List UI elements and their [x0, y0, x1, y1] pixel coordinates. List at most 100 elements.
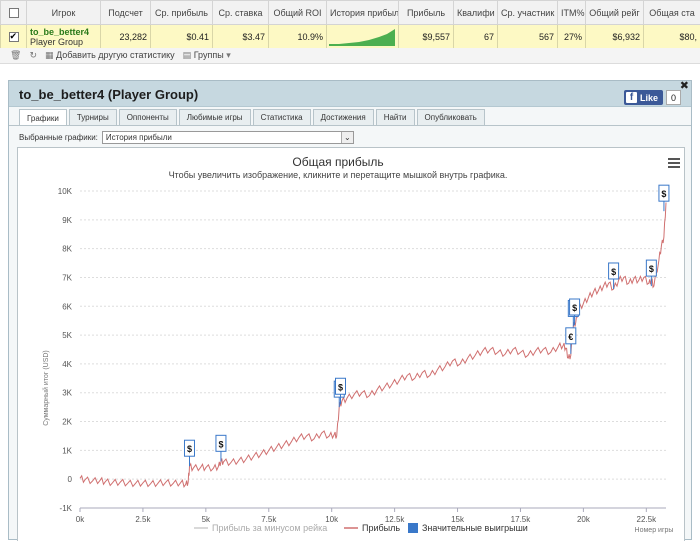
tab-favorite-games[interactable]: Любимые игры: [179, 109, 251, 125]
player-panel: to_be_better4 (Player Group) f Like 0 ✖ …: [8, 80, 692, 540]
y-tick-label: 1K: [62, 446, 72, 455]
col-header-profit[interactable]: Прибыль: [399, 1, 454, 25]
profit-sparkline: [329, 28, 395, 46]
facebook-like: f Like 0: [624, 90, 681, 105]
x-tick-label: 2.5k: [135, 515, 151, 524]
col-header-total-stake[interactable]: Общая ста: [644, 1, 700, 25]
chart-container[interactable]: -1K01K2K3K4K5K6K7K8K9K10K 0k2.5k5k7.5k10…: [17, 147, 685, 541]
tab-statistics[interactable]: Статистика: [253, 109, 311, 125]
col-header-itm[interactable]: ITM%: [558, 1, 586, 25]
x-tick-label: 10k: [325, 515, 339, 524]
legend-item-big-wins[interactable]: Значительные выигрыши: [408, 523, 528, 533]
groups-button[interactable]: ▤ Группы ▾: [183, 50, 231, 61]
tab-charts[interactable]: Графики: [19, 109, 67, 126]
player-group-label: Player Group: [30, 37, 97, 47]
select-all-checkbox[interactable]: [9, 8, 19, 18]
legend-item-profit-no-rake[interactable]: Прибыль за минусом рейка: [194, 523, 327, 533]
panel-tabs: Графики Турниры Оппоненты Любимые игры С…: [19, 109, 485, 126]
tab-opponents[interactable]: Оппоненты: [119, 109, 177, 125]
grid-toolbar: 🗑 ↻ ▦ Добавить другую статистику ▤ Групп…: [0, 48, 700, 64]
avg-stake-cell: $3.47: [213, 25, 269, 49]
tab-find[interactable]: Найти: [376, 109, 415, 125]
add-stats-button[interactable]: ▦ Добавить другую статистику: [45, 50, 175, 61]
legend-label-profit-no-rake: Прибыль за минусом рейка: [212, 523, 327, 533]
player-name-link[interactable]: to_be_better4: [30, 27, 97, 37]
legend-label-big-wins: Значительные выигрыши: [422, 523, 528, 533]
chart-y-axis-label: Суммарный итог (USD): [42, 350, 50, 426]
profit-chart[interactable]: -1K01K2K3K4K5K6K7K8K9K10K 0k2.5k5k7.5k10…: [18, 148, 686, 542]
chart-select[interactable]: История прибыли ⌄: [102, 131, 354, 144]
chart-selector-row: Выбранные графики: История прибыли ⌄: [19, 131, 354, 144]
tab-achievements[interactable]: Достижения: [313, 109, 374, 125]
col-header-roi[interactable]: Общий ROI: [269, 1, 327, 25]
grid-header-row: Игрок Подсчет Ср. прибыль Ср. ставка Общ…: [1, 1, 700, 25]
legend-label-profit: Прибыль: [362, 523, 400, 533]
chevron-down-icon: ▾: [226, 50, 231, 60]
player-cell[interactable]: to_be_better4 Player Group: [27, 25, 101, 49]
avg-profit-cell: $0.41: [151, 25, 213, 49]
y-tick-label: 10K: [58, 187, 73, 196]
chart-subtitle: Чтобы увеличить изображение, кликните и …: [169, 170, 508, 180]
table-icon: ▦: [45, 50, 54, 60]
big-win-label: $: [649, 264, 654, 274]
panel-header: to_be_better4 (Player Group) f Like 0 ✖: [9, 81, 691, 107]
profit-cell: $9,557: [399, 25, 454, 49]
col-header-avg-stake[interactable]: Ср. ставка: [213, 1, 269, 25]
legend-item-profit[interactable]: Прибыль: [344, 523, 400, 533]
row-checkbox-cell[interactable]: [1, 25, 27, 49]
col-header-player[interactable]: Игрок: [27, 1, 101, 25]
big-win-label: €: [568, 332, 573, 342]
big-win-label: $: [661, 189, 666, 199]
facebook-like-count: 0: [666, 90, 681, 105]
col-header-profit-history[interactable]: История прибыл: [327, 1, 399, 25]
avg-entrants-cell: 567: [498, 25, 558, 49]
panel-title: to_be_better4 (Player Group): [19, 87, 198, 102]
itm-cell: 27%: [558, 25, 586, 49]
big-win-label: $: [218, 439, 223, 449]
total-stake-cell: $80,: [644, 25, 700, 49]
y-tick-label: 2K: [62, 418, 72, 427]
selected-charts-label: Выбранные графики:: [19, 133, 98, 142]
x-tick-label: 0k: [76, 515, 85, 524]
add-stats-label: Добавить другую статистику: [56, 50, 175, 60]
refresh-icon[interactable]: ↻: [29, 50, 37, 61]
tabs-divider: [9, 125, 691, 126]
trash-icon[interactable]: 🗑: [10, 50, 21, 61]
facebook-like-button[interactable]: f Like: [624, 90, 663, 105]
x-tick-label: 20k: [577, 515, 591, 524]
y-tick-label: 7K: [62, 273, 72, 282]
chart-title: Общая прибыль: [292, 155, 383, 169]
y-tick-label: 9K: [62, 216, 72, 225]
col-header-avg-entrants[interactable]: Ср. участник: [498, 1, 558, 25]
facebook-icon: f: [626, 92, 637, 103]
series-line-profit[interactable]: [80, 203, 666, 487]
tab-publish[interactable]: Опубликовать: [417, 109, 485, 125]
chart-x-axis-label: Номер игры: [635, 527, 674, 534]
y-tick-label: 6K: [62, 302, 72, 311]
big-win-label: $: [338, 382, 343, 392]
y-tick-label: 4K: [62, 360, 72, 369]
chart-menu-button[interactable]: [666, 156, 682, 170]
row-checkbox[interactable]: [9, 32, 19, 42]
col-header-count[interactable]: Подсчет: [101, 1, 151, 25]
count-cell: 23,282: [101, 25, 151, 49]
select-all-checkbox-cell[interactable]: [1, 1, 27, 25]
big-win-label: $: [187, 444, 192, 454]
y-tick-label: -1K: [60, 504, 73, 513]
roi-cell: 10.9%: [269, 25, 327, 49]
col-header-total-rake[interactable]: Общий рейг: [586, 1, 644, 25]
groups-icon: ▤: [183, 50, 192, 60]
profit-history-sparkline-cell: [327, 25, 399, 49]
close-icon[interactable]: ✖: [680, 79, 689, 92]
x-tick-label: 22.5k: [637, 515, 658, 524]
x-tick-label: 5k: [202, 515, 211, 524]
y-tick-label: 3K: [62, 389, 72, 398]
tab-tournaments[interactable]: Турниры: [69, 109, 117, 125]
table-row[interactable]: to_be_better4 Player Group 23,282 $0.41 …: [1, 25, 700, 49]
col-header-qualified[interactable]: Квалифи: [454, 1, 498, 25]
big-win-label: $: [611, 267, 616, 277]
chevron-down-icon[interactable]: ⌄: [341, 132, 353, 143]
groups-label: Группы: [194, 50, 224, 60]
col-header-avg-profit[interactable]: Ср. прибыль: [151, 1, 213, 25]
stats-grid: Игрок Подсчет Ср. прибыль Ср. ставка Общ…: [0, 0, 700, 49]
